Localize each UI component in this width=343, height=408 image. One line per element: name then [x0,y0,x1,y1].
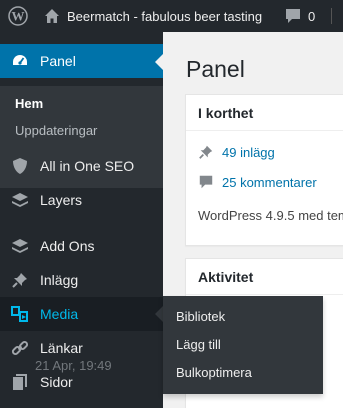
at-a-glance-widget: I korthet 49 inlägg 25 kommentarer WordP… [185,94,343,246]
glance-comments-count: 25 kommentarer [222,174,317,190]
menu-label-inlagg: Inlägg [40,272,79,288]
menu-label-all-in-one-seo: All in One SEO [40,158,135,174]
pages-icon [10,372,30,392]
page-title: Panel [186,56,245,82]
comments-count: 0 [308,8,316,24]
flyout-arrow [155,306,163,322]
comment-icon [198,174,214,190]
glance-comments-link[interactable]: 25 kommentarer [198,174,317,190]
menu-label-panel: Panel [40,53,76,69]
glance-posts-count: 49 inlägg [222,144,275,160]
comment-icon [286,9,300,23]
menu-item-panel[interactable]: Panel [0,44,163,78]
at-a-glance-title[interactable]: I korthet [186,95,343,131]
activity-title[interactable]: Aktivitet [186,259,343,295]
menu-item-layers[interactable]: Layers [0,183,163,217]
layers-icon [10,190,30,210]
wordpress-logo-icon[interactable]: W [0,0,36,32]
pin-icon [10,270,30,290]
active-menu-arrow [155,54,163,70]
menu-label-sidor: Sidor [40,374,73,390]
menu-item-inlagg[interactable]: Inlägg [0,263,163,297]
comments-link[interactable]: 0 [284,0,315,32]
site-title: Beermatch - fabulous beer tasting [67,8,263,24]
menu-label-media: Media [40,306,79,322]
flyout-item-lagg-till[interactable]: Lägg till [176,337,221,352]
menu-item-all-in-one-seo[interactable]: All in One SEO [0,149,163,183]
menu-item-add-ons[interactable]: Add Ons [0,229,163,263]
shield-icon [10,156,30,176]
media-flyout-menu: Bibliotek Lägg till Bulkoptimera [163,296,323,394]
admin-sidebar: Panel Hem Uppdateringar All in One SEO L… [0,32,163,408]
dashboard-icon [10,51,30,71]
svg-text:W: W [12,9,25,24]
menu-item-media[interactable]: Media [0,297,163,331]
submenu-item-hem[interactable]: Hem [15,96,43,111]
submenu-item-uppdateringar[interactable]: Uppdateringar [15,123,97,138]
site-name-link[interactable]: Beermatch - fabulous beer tasting [36,0,262,32]
admin-bar: W Beermatch - fabulous beer tasting 0 [0,0,343,32]
flyout-item-bibliotek[interactable]: Bibliotek [176,309,225,324]
menu-label-layers: Layers [40,192,83,208]
pin-icon [198,144,214,160]
addons-icon [10,236,30,256]
flyout-item-bulkoptimera[interactable]: Bulkoptimera [176,365,252,380]
wordpress-version-text: WordPress 4.9.5 med tem [198,208,343,223]
activity-date: 21 Apr, 19:49 [35,358,112,373]
link-icon [10,338,30,358]
media-icon [10,304,30,324]
menu-label-add-ons: Add Ons [40,238,95,254]
glance-posts-link[interactable]: 49 inlägg [198,144,275,160]
home-icon [45,9,59,23]
adminbar-divider [331,8,332,24]
menu-label-lankar: Länkar [40,340,83,356]
